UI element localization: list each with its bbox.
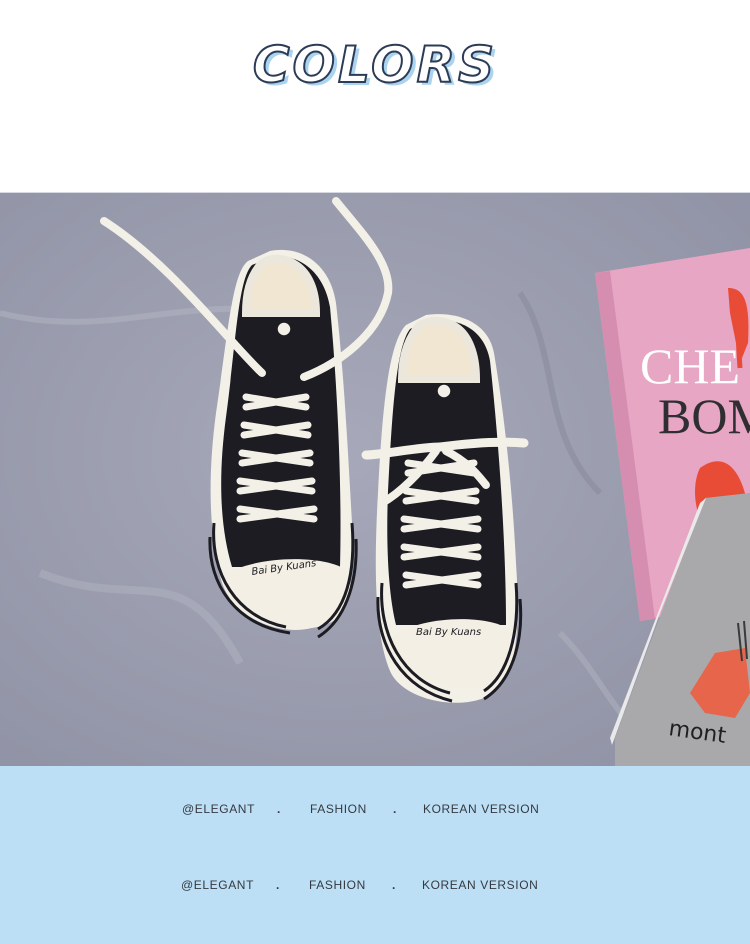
right-insole-label: BIG bbox=[439, 415, 450, 435]
book-title-line1: CHE bbox=[640, 338, 740, 394]
tagline-korean-version: KOREAN VERSION bbox=[422, 878, 539, 892]
tagline-korean-version: KOREAN VERSION bbox=[423, 802, 540, 816]
tagline-separator: . bbox=[276, 878, 280, 892]
tagline-separator: . bbox=[392, 878, 396, 892]
product-photo: CHE BOM mont BIG Bai By K bbox=[0, 192, 750, 767]
tagline-row: @ELEGANT . FASHION . KOREAN VERSION bbox=[0, 802, 750, 822]
right-shoe-brand: Bai By Kuans bbox=[416, 627, 481, 638]
tagline-elegant: @ELEGANT bbox=[182, 802, 255, 816]
tagline-separator: . bbox=[393, 802, 397, 816]
tagline-elegant: @ELEGANT bbox=[181, 878, 254, 892]
book-title-line2: BOM bbox=[658, 388, 750, 444]
sneakers-photo-illustration: CHE BOM mont BIG Bai By K bbox=[0, 193, 750, 767]
tagline-fashion: FASHION bbox=[310, 802, 367, 816]
header-section: COLORS bbox=[0, 0, 750, 192]
left-insole-label: BIG bbox=[278, 359, 289, 379]
tagline-separator: . bbox=[277, 802, 281, 816]
page-title: COLORS bbox=[252, 35, 498, 95]
footer-band: @ELEGANT . FASHION . KOREAN VERSION @ELE… bbox=[0, 766, 750, 944]
tagline-row: @ELEGANT . FASHION . KOREAN VERSION bbox=[0, 878, 750, 898]
tagline-fashion: FASHION bbox=[309, 878, 366, 892]
